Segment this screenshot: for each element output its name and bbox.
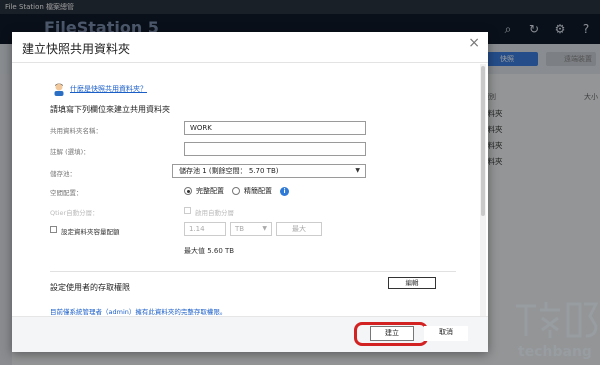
- help-link[interactable]: 什麼是快照共用資料夾？: [70, 84, 147, 94]
- access-note: 目前僅系統管理者（admin）擁有此資料夾的完整存取權限。: [50, 308, 227, 316]
- quota-max-button[interactable]: 最大: [276, 222, 322, 236]
- radio-thin-label: 精簡配置: [244, 187, 272, 195]
- techbang-watermark-logo: techbang: [516, 302, 599, 360]
- storage-pool-select[interactable]: 儲存池 1 (剩餘空間： 5.70 TB) ▼: [172, 164, 366, 178]
- quota-label: 設定資料夾容量配額: [61, 228, 120, 236]
- qtier-checkbox[interactable]: [184, 207, 191, 214]
- qtier-option-label: 啟用自動分層: [195, 209, 234, 217]
- qtier-label: Qtier自動分層：: [50, 209, 99, 217]
- quota-checkbox[interactable]: [50, 226, 57, 233]
- radio-thick[interactable]: [184, 187, 192, 195]
- folder-name-input[interactable]: WORK: [184, 121, 366, 135]
- quota-input[interactable]: 1.14: [184, 222, 226, 236]
- max-value-text: 最大值 5.60 TB: [184, 247, 235, 255]
- storage-pool-label: 儲存池：: [50, 170, 76, 178]
- chevron-down-icon: ▼: [262, 225, 267, 232]
- chevron-down-icon: ▼: [355, 167, 360, 174]
- radio-thin[interactable]: [232, 187, 240, 195]
- access-section-title: 設定使用者的存取權限: [50, 283, 130, 292]
- quota-unit-select[interactable]: TB ▼: [230, 222, 272, 236]
- svg-text:techbang: techbang: [518, 344, 592, 360]
- close-icon[interactable]: ×: [468, 35, 480, 51]
- storage-pool-value: 儲存池 1 (剩餘空間： 5.70 TB): [179, 167, 279, 175]
- divider: [12, 62, 488, 63]
- highlight-annotation: [354, 322, 428, 346]
- info-icon[interactable]: i: [280, 186, 289, 196]
- scrollbar-thumb[interactable]: [481, 66, 485, 216]
- dialog-title: 建立快照共用資料夾: [22, 42, 131, 56]
- comment-label: 註解 (選填)：: [50, 148, 90, 156]
- comment-input[interactable]: [184, 142, 366, 156]
- form-section-title: 請填寫下列欄位來建立共用資料夾: [50, 105, 170, 114]
- helper-avatar-icon: [54, 83, 64, 96]
- create-snapshot-folder-dialog: 建立快照共用資料夾 × 什麼是快照共用資料夾？ 請填寫下列欄位來建立共用資料夾 …: [12, 32, 488, 352]
- cancel-button[interactable]: 取消: [424, 326, 468, 341]
- quota-unit-value: TB: [235, 225, 245, 233]
- space-allocation-label: 空間配置：: [50, 189, 83, 197]
- folder-name-label: 共用資料夾名稱：: [50, 127, 102, 135]
- space-allocation-options: 完整配置 精簡配置 i: [184, 186, 289, 196]
- radio-thick-label: 完整配置: [196, 187, 224, 195]
- divider: [50, 271, 456, 272]
- edit-permissions-button[interactable]: 編輯: [388, 277, 436, 289]
